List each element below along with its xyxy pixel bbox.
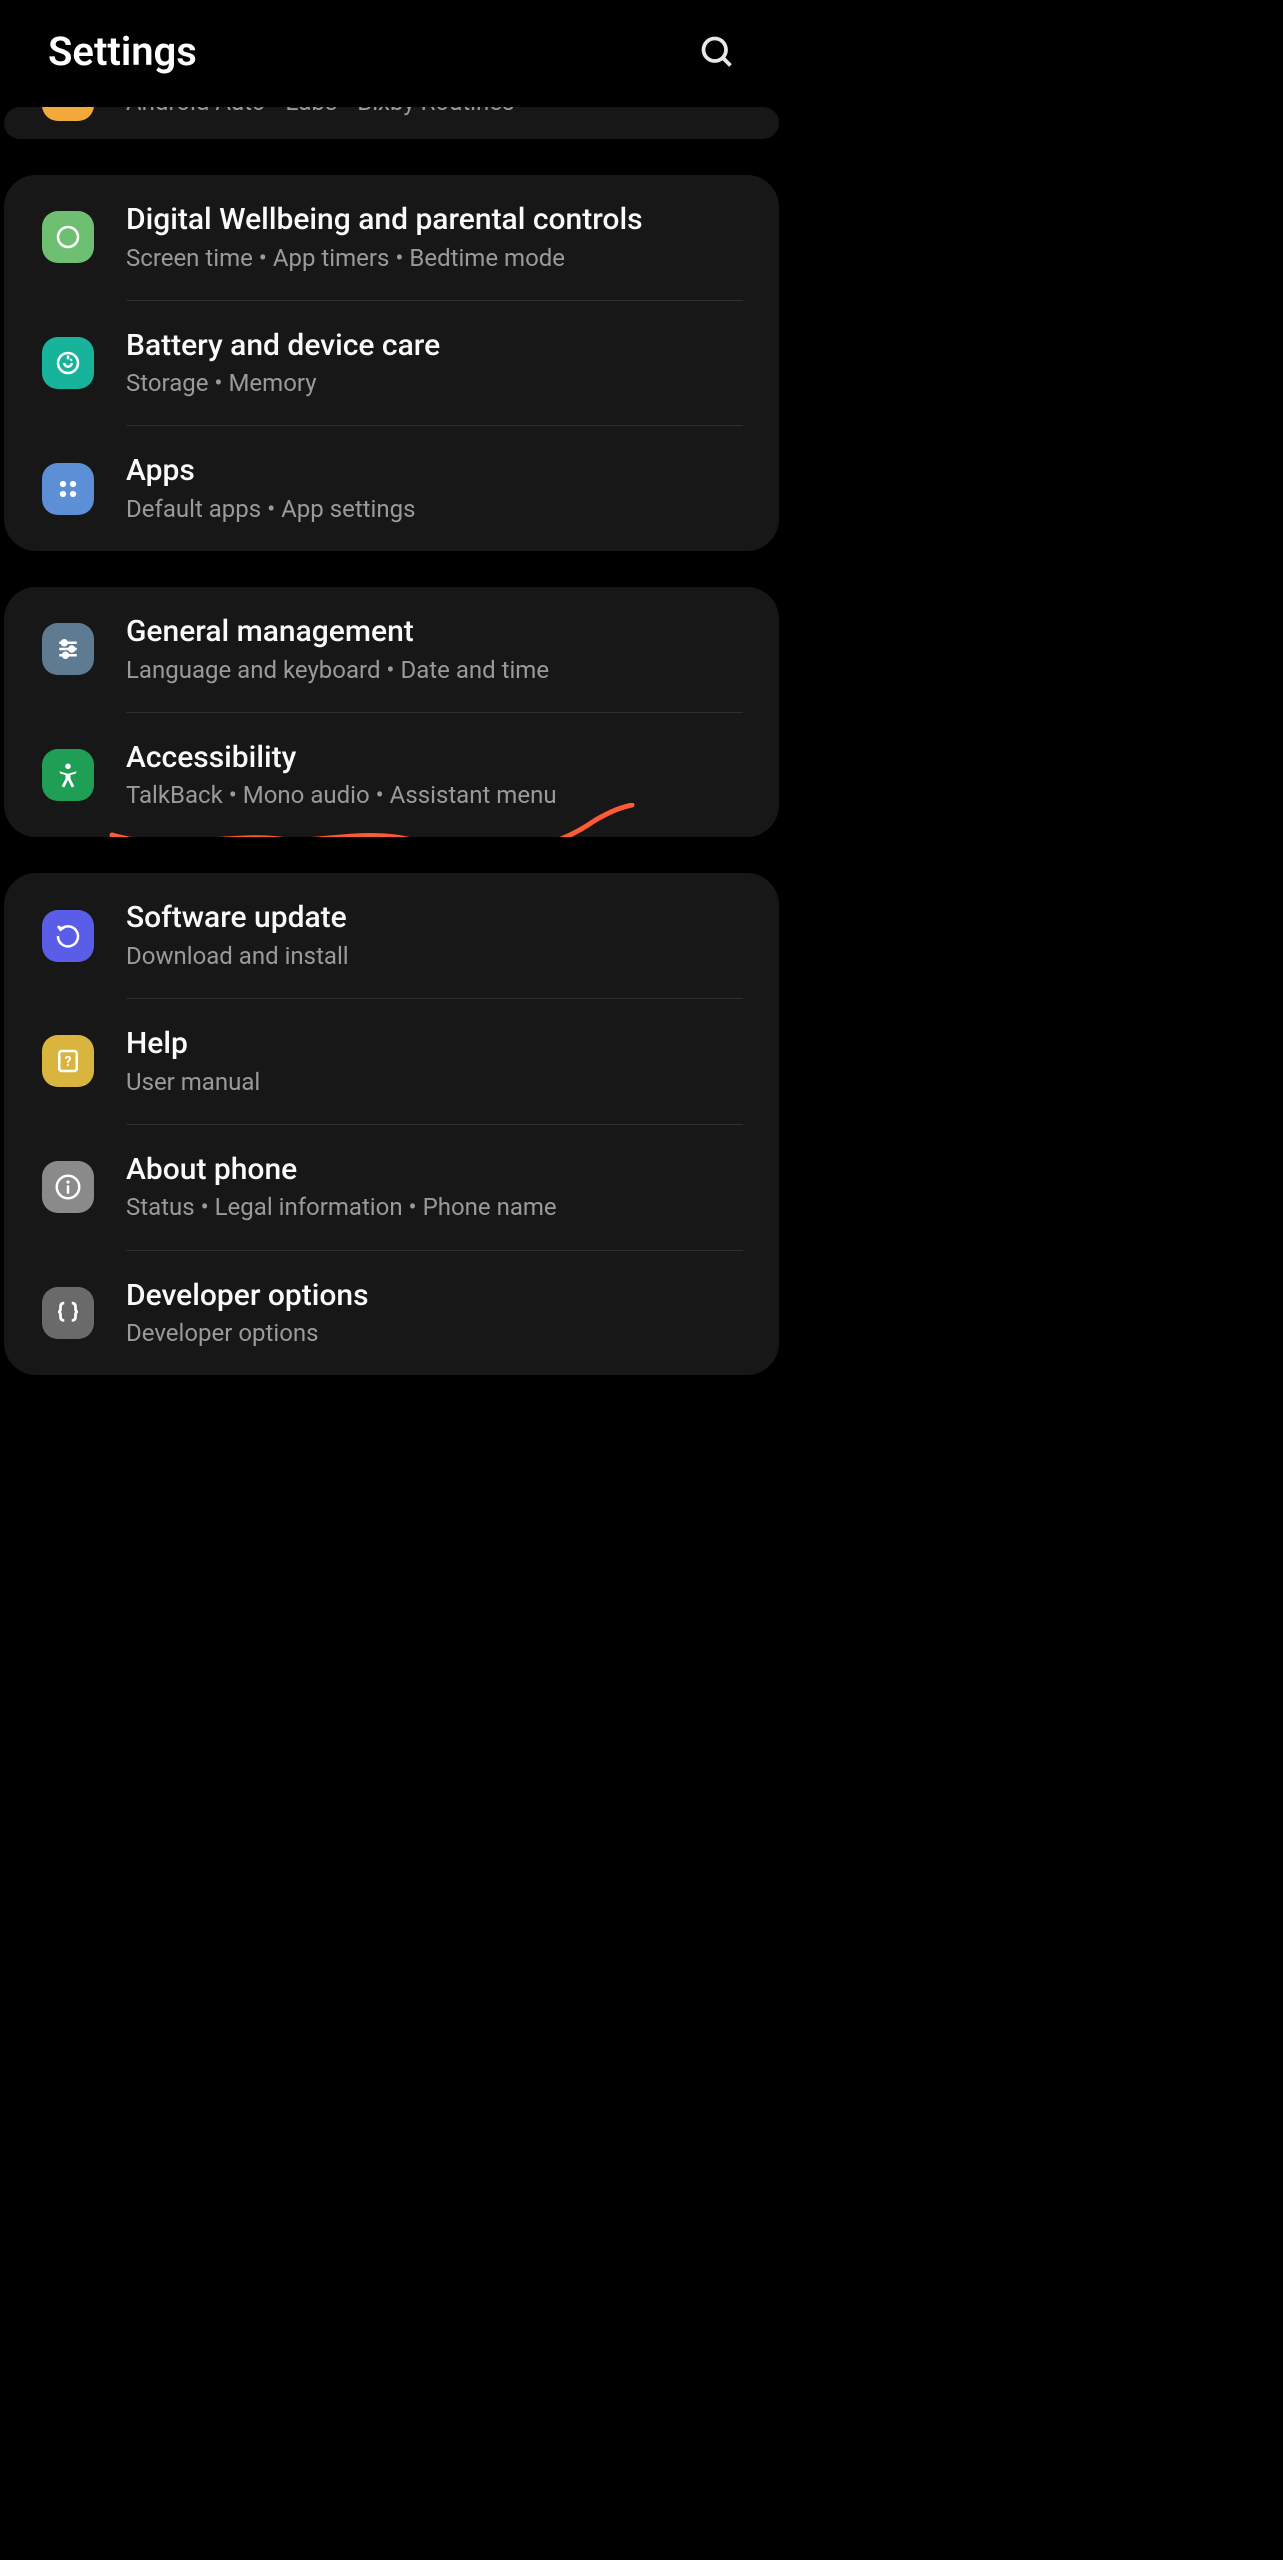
item-subtitle: Default apps • App settings xyxy=(126,494,745,525)
sliders-icon xyxy=(42,623,94,675)
item-general-management[interactable]: General management Language and keyboard… xyxy=(4,587,779,712)
item-text: About phone Status • Legal information •… xyxy=(126,1151,745,1224)
item-subtitle: Status • Legal information • Phone name xyxy=(126,1192,745,1223)
item-title: Help xyxy=(126,1025,745,1063)
svg-text:?: ? xyxy=(65,1054,72,1070)
item-text: Advanced features Android Auto • Labs • … xyxy=(126,107,745,119)
header: Settings xyxy=(0,0,783,95)
item-title: General management xyxy=(126,613,745,651)
item-digital-wellbeing[interactable]: Digital Wellbeing and parental controls … xyxy=(4,175,779,300)
item-subtitle: TalkBack • Mono audio • Assistant menu xyxy=(126,780,745,811)
settings-group: Digital Wellbeing and parental controls … xyxy=(4,175,779,551)
search-icon[interactable] xyxy=(699,34,735,70)
wellbeing-icon xyxy=(42,211,94,263)
settings-group: Software update Download and install ? H… xyxy=(4,873,779,1375)
item-software-update[interactable]: Software update Download and install xyxy=(4,873,779,998)
settings-group: Advanced features Android Auto • Labs • … xyxy=(4,107,779,139)
apps-icon xyxy=(42,463,94,515)
item-text: Digital Wellbeing and parental controls … xyxy=(126,201,745,274)
item-subtitle: Download and install xyxy=(126,941,745,972)
settings-list[interactable]: Advanced features Android Auto • Labs • … xyxy=(0,107,783,1375)
item-title: Developer options xyxy=(126,1277,745,1315)
item-subtitle: Android Auto • Labs • Bixby Routines xyxy=(126,107,745,119)
item-about-phone[interactable]: About phone Status • Legal information •… xyxy=(4,1125,779,1250)
braces-icon xyxy=(42,1287,94,1339)
item-text: General management Language and keyboard… xyxy=(126,613,745,686)
item-text: Accessibility TalkBack • Mono audio • As… xyxy=(126,739,745,812)
item-subtitle: Developer options xyxy=(126,1318,745,1349)
item-advanced-features[interactable]: Advanced features Android Auto • Labs • … xyxy=(4,107,779,139)
help-icon: ? xyxy=(42,1035,94,1087)
item-text: Help User manual xyxy=(126,1025,745,1098)
info-icon xyxy=(42,1161,94,1213)
update-icon xyxy=(42,910,94,962)
item-title: Software update xyxy=(126,899,745,937)
item-text: Battery and device care Storage • Memory xyxy=(126,327,745,400)
item-subtitle: Screen time • App timers • Bedtime mode xyxy=(126,243,745,274)
item-subtitle: Storage • Memory xyxy=(126,368,745,399)
item-title: Battery and device care xyxy=(126,327,745,365)
item-developer-options[interactable]: Developer options Developer options xyxy=(4,1251,779,1376)
item-subtitle: Language and keyboard • Date and time xyxy=(126,655,745,686)
item-subtitle: User manual xyxy=(126,1067,745,1098)
item-text: Software update Download and install xyxy=(126,899,745,972)
item-title: Digital Wellbeing and parental controls xyxy=(126,201,745,239)
item-title: Apps xyxy=(126,452,745,490)
accessibility-icon xyxy=(42,749,94,801)
item-title: Accessibility xyxy=(126,739,745,777)
settings-group: General management Language and keyboard… xyxy=(4,587,779,837)
item-text: Apps Default apps • App settings xyxy=(126,452,745,525)
page-title: Settings xyxy=(48,28,197,75)
item-text: Developer options Developer options xyxy=(126,1277,745,1350)
item-battery-device-care[interactable]: Battery and device care Storage • Memory xyxy=(4,301,779,426)
item-apps[interactable]: Apps Default apps • App settings xyxy=(4,426,779,551)
device-care-icon xyxy=(42,337,94,389)
puzzle-plus-icon xyxy=(42,107,94,121)
item-help[interactable]: ? Help User manual xyxy=(4,999,779,1124)
item-title: About phone xyxy=(126,1151,745,1189)
item-accessibility[interactable]: Accessibility TalkBack • Mono audio • As… xyxy=(4,713,779,838)
